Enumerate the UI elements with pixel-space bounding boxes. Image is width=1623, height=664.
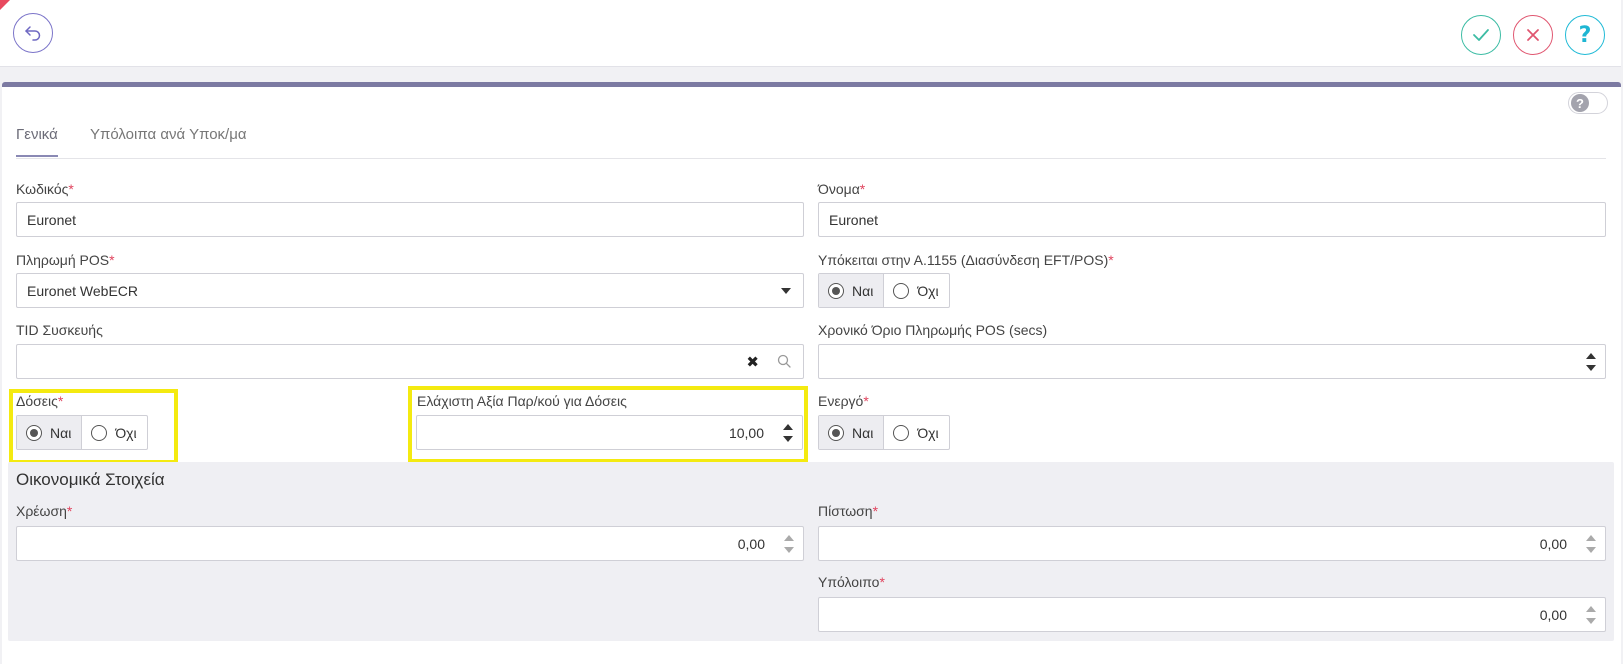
tab-balances-per-branch[interactable]: Υπόλοιπα ανά Υποκ/μα: [90, 126, 247, 155]
radio-unchecked-icon: [893, 424, 910, 441]
pos-payment-label: Πληρωμή POS*: [16, 252, 115, 268]
radio-checked-icon: [828, 282, 844, 299]
radio-checked-icon: [26, 424, 42, 441]
name-label: Όνομα*: [818, 181, 866, 197]
question-toggle-icon: ?: [1571, 94, 1589, 112]
balance-label: Υπόλοιπο*: [818, 574, 885, 590]
save-button[interactable]: [1461, 15, 1501, 55]
debit-field[interactable]: 0,00: [16, 526, 804, 561]
number-spinner[interactable]: [782, 421, 794, 445]
radio-unchecked-icon: [91, 424, 108, 441]
balance-field[interactable]: 0,00: [818, 597, 1606, 632]
clear-x-icon[interactable]: ✖: [746, 353, 759, 371]
cancel-button[interactable]: [1513, 15, 1553, 55]
back-button[interactable]: [13, 13, 53, 53]
number-spinner[interactable]: [1585, 350, 1597, 374]
question-icon: ?: [1578, 22, 1592, 48]
active-radio-group: Ναι Όχι: [818, 415, 950, 450]
code-field[interactable]: Euronet: [16, 202, 804, 237]
min-value-label: Ελάχιστη Αξία Παρ/κού για Δόσεις: [417, 393, 627, 409]
installments-no-option[interactable]: Όχι: [82, 416, 146, 449]
financial-section-title: Οικονομικά Στοιχεία: [16, 470, 165, 489]
number-spinner[interactable]: [783, 532, 795, 556]
eft-pos-radio-group: Ναι Όχι: [818, 273, 950, 308]
code-label: Κωδικός*: [16, 181, 74, 197]
help-button[interactable]: ?: [1565, 15, 1605, 55]
number-spinner[interactable]: [1585, 532, 1597, 556]
radio-unchecked-icon: [893, 282, 910, 299]
tid-label: TID Συσκευής: [16, 322, 103, 338]
eft-pos-yes-option[interactable]: Ναι: [819, 274, 885, 307]
timeout-field[interactable]: [818, 344, 1606, 379]
undo-arrow-icon: [25, 26, 41, 41]
help-toggle[interactable]: ?: [1568, 92, 1608, 114]
tid-field[interactable]: ✖: [16, 344, 804, 379]
tab-general[interactable]: Γενικά: [16, 126, 58, 157]
timeout-label: Χρονικό Όριο Πληρωμής POS (secs): [818, 322, 1048, 338]
check-icon: [1473, 29, 1489, 41]
search-icon[interactable]: [777, 354, 791, 368]
installments-radio-group: Ναι Όχι: [16, 415, 148, 450]
active-label: Ενεργό*: [818, 393, 869, 409]
caret-down-icon: [781, 288, 791, 294]
name-field[interactable]: Euronet: [818, 202, 1606, 237]
pos-payment-select[interactable]: Euronet WebECR: [16, 273, 804, 308]
active-yes-option[interactable]: Ναι: [819, 416, 885, 449]
eft-pos-no-option[interactable]: Όχι: [884, 274, 948, 307]
active-no-option[interactable]: Όχι: [884, 416, 948, 449]
action-bar: ?: [0, 0, 1621, 67]
min-value-field[interactable]: 10,00: [416, 415, 803, 450]
corner-marker: [0, 0, 10, 10]
eft-pos-label: Υπόκειται στην Α.1155 (Διασύνδεση EFT/PO…: [818, 252, 1114, 268]
credit-label: Πίστωση*: [818, 503, 879, 519]
credit-field[interactable]: 0,00: [818, 526, 1606, 561]
installments-label: Δόσεις*: [16, 393, 64, 409]
installments-yes-option[interactable]: Ναι: [17, 416, 83, 449]
radio-checked-icon: [828, 424, 844, 441]
debit-label: Χρέωση*: [16, 503, 73, 519]
number-spinner[interactable]: [1585, 603, 1597, 627]
close-icon: [1527, 29, 1539, 41]
tab-bar: Γενικά Υπόλοιπα ανά Υποκ/μα: [16, 120, 1606, 159]
